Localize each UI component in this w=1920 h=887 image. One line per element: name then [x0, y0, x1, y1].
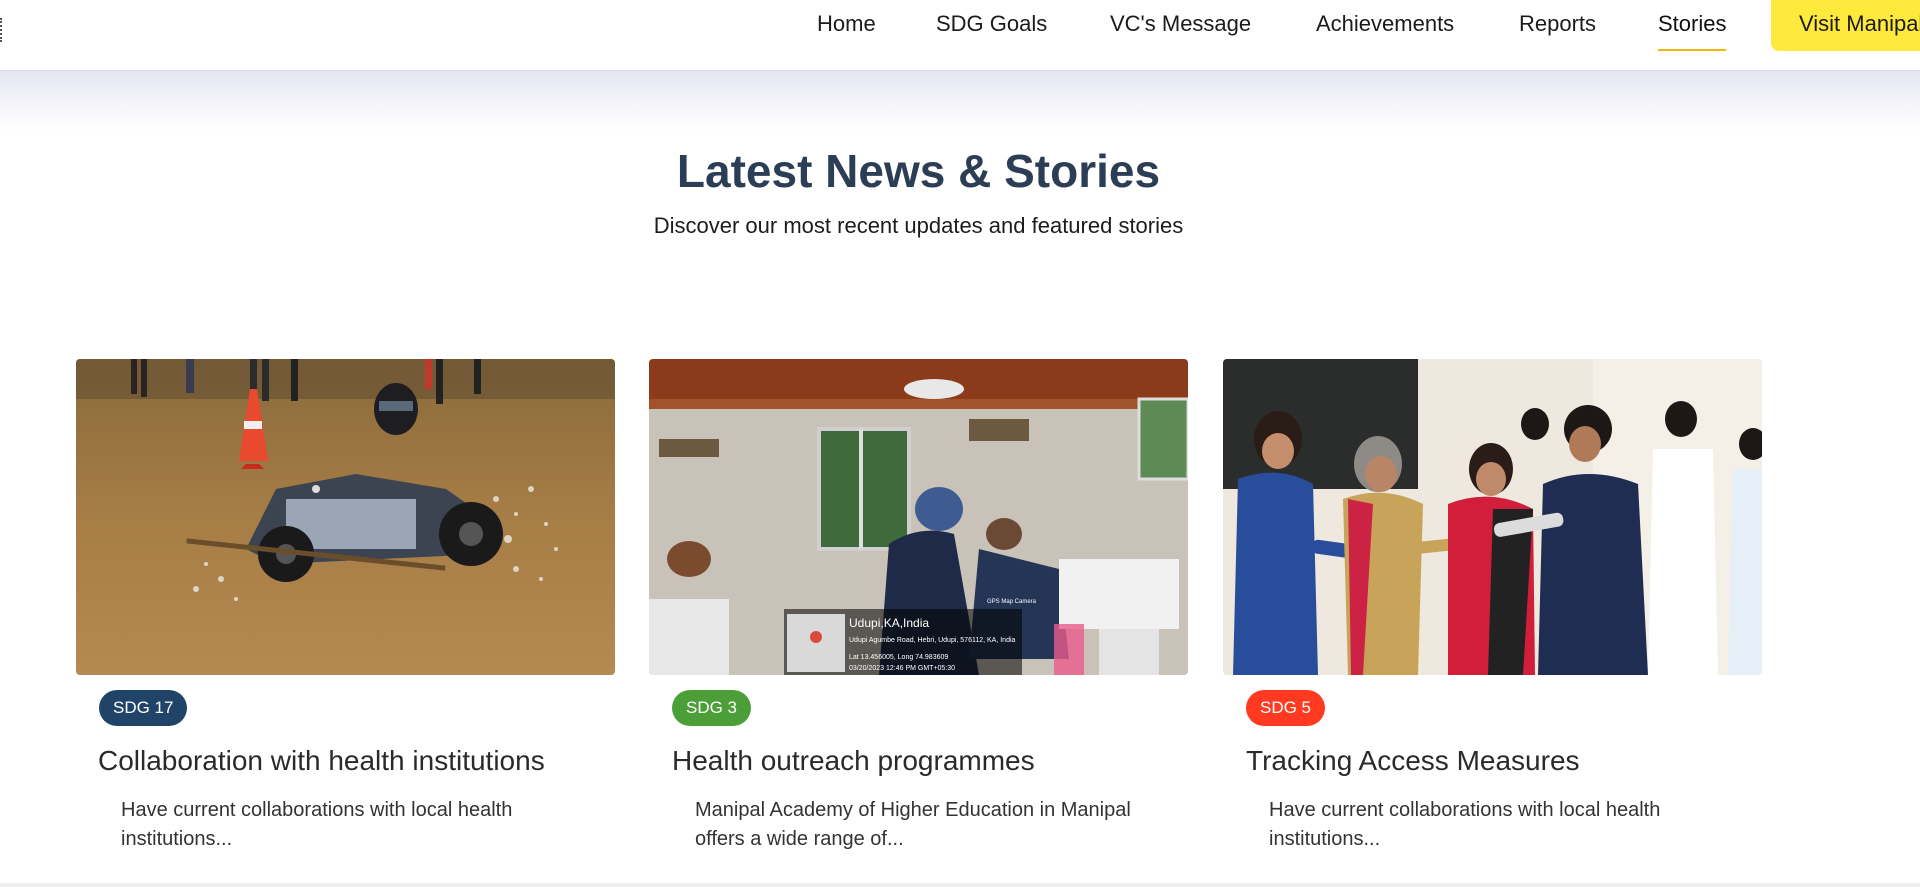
nav-vcs-message[interactable]: VC's Message [1110, 10, 1251, 38]
header-shadow-band [0, 71, 1920, 131]
sdg-badge: SDG 17 [99, 690, 188, 726]
award-ceremony-photo[interactable] [1223, 359, 1762, 675]
photo-location: Udupi,KA,India [849, 616, 929, 630]
story-excerpt: Manipal Academy of Higher Education in M… [695, 799, 1131, 850]
nav-stories-label: Stories [1658, 11, 1727, 36]
photo-app-label: GPS Map Camera [987, 599, 1037, 605]
nav-achievements[interactable]: Achievements [1316, 10, 1454, 38]
photo-address: Udupi Agumbe Road, Hebri, Udupi, 576112,… [849, 637, 1016, 644]
story-title[interactable]: Tracking Access Measures [1246, 745, 1580, 777]
photo-coords: Lat 13.456005, Long 74.983609 [849, 654, 948, 661]
dental-clinic-photo[interactable]: Udupi,KA,India Udupi Agumbe Road, Hebri,… [649, 359, 1188, 675]
section-title: Latest News & Stories [676, 145, 1161, 197]
active-indicator [1658, 49, 1727, 51]
story-excerpt: Have current collaborations with local h… [1269, 799, 1661, 850]
photo-datetime: 03/20/2023 12:46 PM GMT+05:30 [849, 665, 955, 672]
visit-manipal-button[interactable]: Visit Manipal [1771, 0, 1920, 51]
nav-reports[interactable]: Reports [1519, 10, 1596, 38]
buggy-racing-photo[interactable] [76, 359, 615, 675]
sdg-badge: SDG 3 [672, 690, 752, 726]
section-divider [0, 883, 1920, 887]
section-subtitle: Discover our most recent updates and fea… [653, 213, 1184, 238]
nav-stories[interactable]: Stories [1658, 10, 1727, 51]
sdg-badge: SDG 5 [1246, 690, 1326, 726]
story-excerpt: Have current collaborations with local h… [121, 799, 513, 850]
logo[interactable] [0, 18, 6, 42]
story-title[interactable]: Health outreach programmes [672, 745, 1035, 777]
nav-home[interactable]: Home [817, 10, 876, 38]
story-title[interactable]: Collaboration with health institutions [98, 745, 545, 777]
nav-sdg-goals[interactable]: SDG Goals [936, 10, 1047, 38]
top-navigation: Home SDG Goals VC's Message Achievements… [0, 0, 1920, 71]
